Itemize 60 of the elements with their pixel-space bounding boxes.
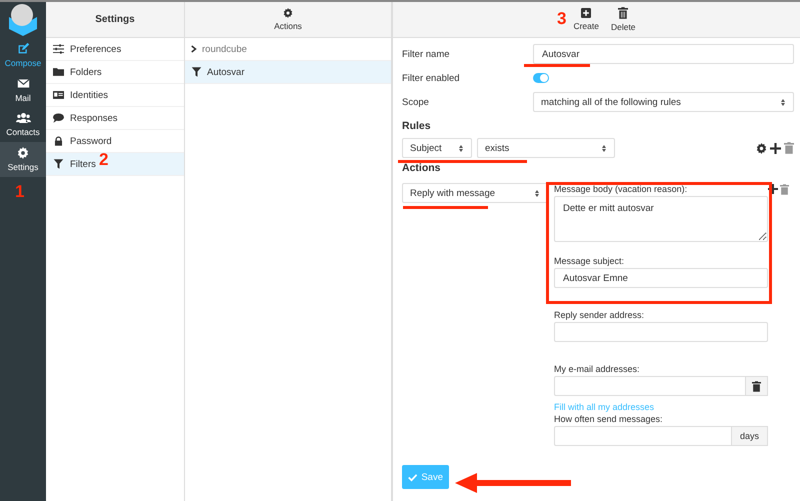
settings-icon bbox=[17, 147, 29, 159]
section-heading: Actions bbox=[402, 162, 442, 174]
header-select[interactable]: Subject bbox=[402, 138, 472, 158]
unit-label: days bbox=[732, 426, 768, 446]
field-label: How often send messages: bbox=[554, 414, 664, 424]
message-subject-field[interactable]: Autosvar Emne bbox=[554, 268, 768, 288]
filter-name-field[interactable]: Autosvar bbox=[533, 44, 794, 64]
annotation-underline bbox=[524, 64, 590, 67]
delete-button[interactable]: Delete bbox=[606, 7, 640, 32]
speech-bubble-icon bbox=[53, 113, 64, 123]
menu-item[interactable]: Folders bbox=[46, 61, 184, 84]
action-select[interactable]: Reply with message bbox=[402, 183, 548, 203]
funnel-icon bbox=[53, 159, 64, 169]
folder-icon bbox=[53, 67, 64, 77]
menu-item[interactable]: Identities bbox=[46, 84, 184, 107]
field-label: Filter enabled bbox=[402, 72, 461, 84]
menu-item[interactable]: Preferences bbox=[46, 38, 184, 61]
create-button[interactable]: Create bbox=[569, 8, 603, 31]
interval-field[interactable] bbox=[554, 426, 732, 446]
settings-icon[interactable] bbox=[756, 142, 767, 154]
id-card-icon bbox=[53, 90, 64, 100]
field-label: Reply sender address: bbox=[554, 310, 646, 320]
plus-icon bbox=[581, 8, 592, 18]
menu-item[interactable]: Responses bbox=[46, 107, 184, 130]
nav-item[interactable]: Mail bbox=[0, 72, 46, 107]
nav-item[interactable]: Settings bbox=[0, 142, 46, 177]
filter-item[interactable]: Autosvar bbox=[185, 61, 391, 84]
annotation-number: 1 bbox=[15, 183, 24, 200]
sliders-icon bbox=[53, 44, 64, 54]
addresses-field[interactable] bbox=[554, 376, 746, 396]
lock-icon bbox=[53, 136, 64, 146]
panel-title: Settings bbox=[95, 14, 135, 25]
scope-select[interactable]: matching all of the following rules bbox=[533, 92, 794, 112]
field-label: Message body (vacation reason): bbox=[554, 184, 688, 194]
check-icon bbox=[408, 472, 418, 482]
envelope-icon bbox=[16, 76, 30, 90]
nav-item[interactable]: Compose bbox=[0, 37, 46, 72]
field-label: My e-mail addresses: bbox=[554, 364, 641, 374]
trash-icon bbox=[618, 7, 628, 19]
field-label: Filter name bbox=[402, 48, 451, 60]
plus-icon[interactable] bbox=[770, 142, 781, 154]
nav-item[interactable]: Contacts bbox=[0, 107, 46, 142]
settings-icon bbox=[283, 8, 293, 18]
trash-icon bbox=[752, 380, 761, 392]
sender-address-field[interactable] bbox=[554, 322, 768, 342]
field-label: Scope bbox=[402, 96, 430, 108]
section-heading: Rules bbox=[402, 120, 432, 132]
delete-button[interactable] bbox=[746, 376, 768, 396]
toggle-switch[interactable] bbox=[533, 73, 549, 83]
chevron-icon bbox=[191, 45, 197, 53]
actions-button[interactable]: Actions bbox=[270, 8, 306, 31]
compose-icon bbox=[16, 42, 30, 54]
funnel-icon bbox=[191, 67, 202, 77]
field-label: Message subject: bbox=[554, 256, 626, 266]
message-body-field[interactable]: Dette er mitt autosvar bbox=[554, 196, 768, 242]
plus-icon[interactable] bbox=[768, 184, 778, 194]
annotation-number: 3 bbox=[557, 10, 566, 27]
annotation-number: 2 bbox=[99, 151, 108, 168]
operator-select[interactable]: exists bbox=[477, 138, 615, 158]
people-icon bbox=[16, 112, 30, 124]
